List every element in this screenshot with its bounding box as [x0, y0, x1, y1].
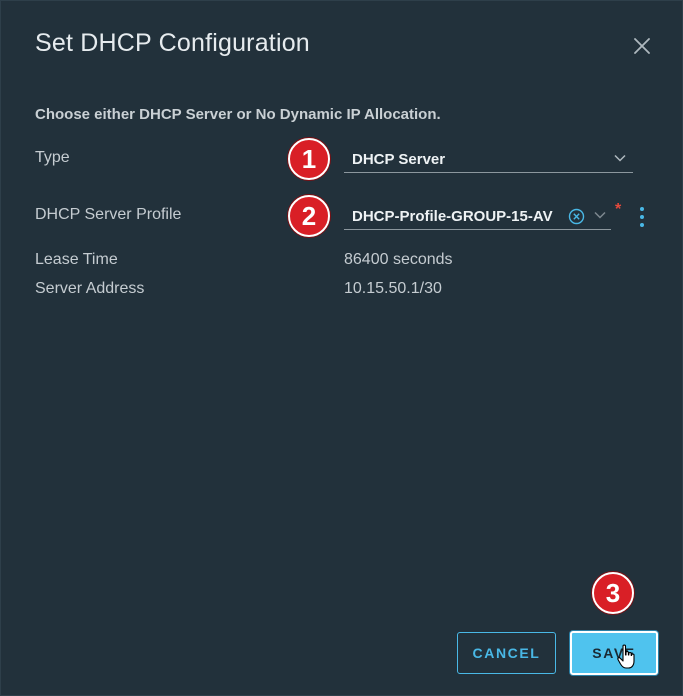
dialog-title: Set DHCP Configuration — [35, 29, 310, 57]
lease-time-label: Lease Time — [35, 251, 118, 268]
chevron-down-icon — [594, 211, 606, 219]
annotation-badge-2: 2 — [288, 195, 330, 237]
kebab-menu-icon[interactable] — [636, 205, 648, 229]
type-label: Type — [35, 149, 70, 166]
chevron-down-icon — [614, 154, 626, 162]
annotation-badge-1: 1 — [288, 138, 330, 180]
close-icon[interactable] — [630, 34, 654, 58]
annotation-badge-3: 3 — [592, 572, 634, 614]
dhcp-config-dialog: Set DHCP Configuration Choose either DHC… — [0, 0, 683, 696]
lease-time-value: 86400 seconds — [344, 251, 453, 268]
clear-circle-icon[interactable] — [568, 208, 585, 225]
cancel-button[interactable]: CANCEL — [457, 632, 556, 674]
dhcp-server-profile-value: DHCP-Profile-GROUP-15-AV — [352, 208, 553, 225]
dhcp-server-profile-select[interactable]: DHCP-Profile-GROUP-15-AV — [344, 202, 611, 230]
hand-pointer-icon — [616, 644, 638, 670]
server-address-value: 10.15.50.1/30 — [344, 280, 442, 297]
type-select-value: DHCP Server — [352, 151, 446, 168]
server-address-label: Server Address — [35, 280, 145, 297]
save-button[interactable]: SAVE — [570, 631, 658, 675]
type-select[interactable]: DHCP Server — [344, 145, 633, 173]
required-marker: * — [615, 201, 622, 218]
dhcp-server-profile-label: DHCP Server Profile — [35, 206, 182, 223]
dialog-intro-text: Choose either DHCP Server or No Dynamic … — [35, 106, 441, 123]
